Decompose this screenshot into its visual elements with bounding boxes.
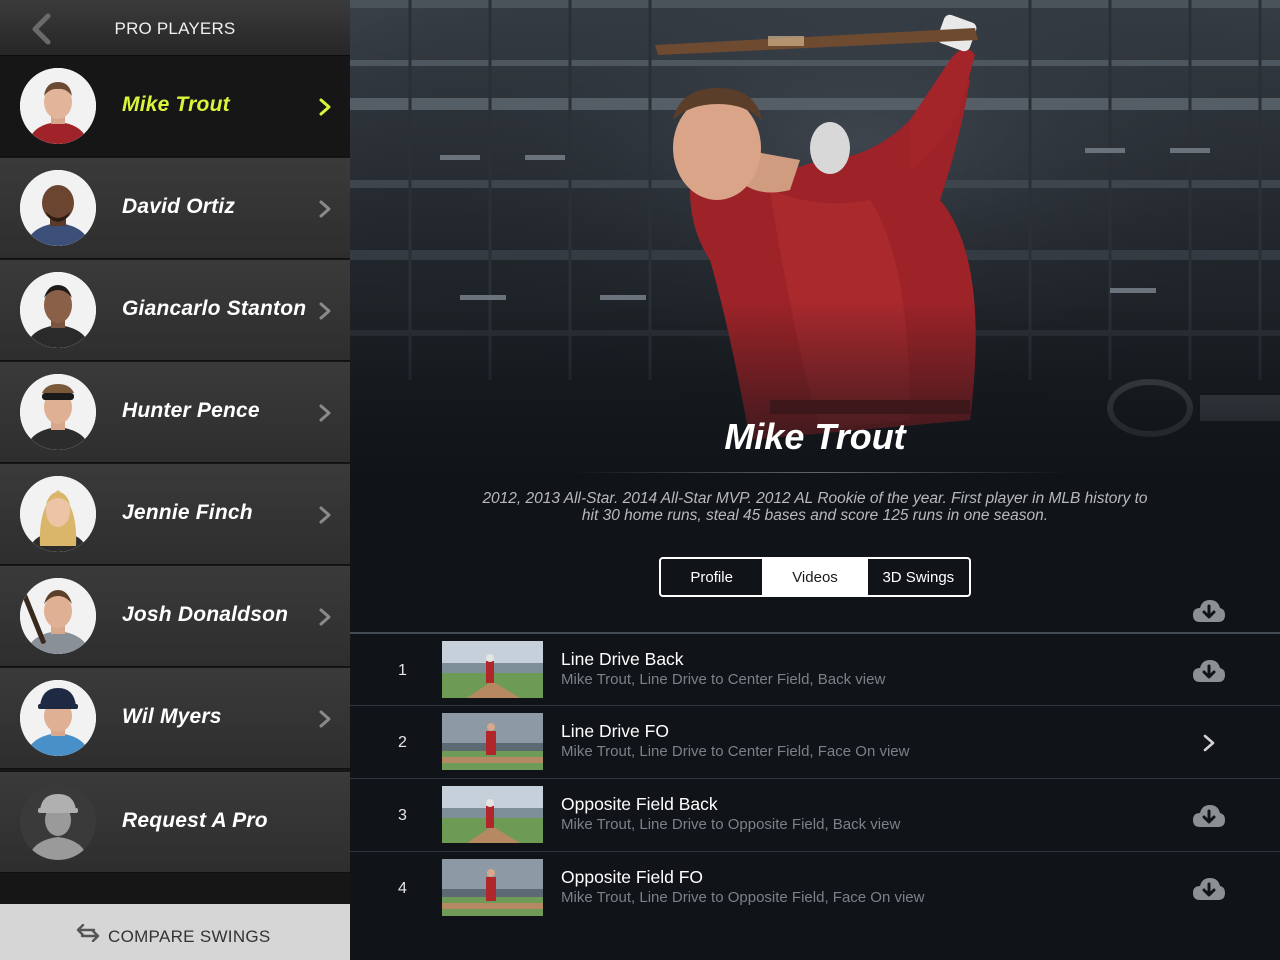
cloud-download-icon[interactable] — [1192, 658, 1226, 684]
request-a-pro-row[interactable]: Request A Pro — [0, 772, 350, 873]
video-subtitle: Mike Trout, Line Drive to Opposite Field… — [561, 889, 925, 906]
player-name: Giancarlo Stanton — [122, 297, 307, 320]
video-thumbnail — [442, 786, 543, 843]
player-row-giancarlo-stanton[interactable]: Giancarlo Stanton — [0, 260, 350, 361]
chevron-right-icon — [319, 98, 331, 116]
video-title: Line Drive FO — [561, 721, 669, 741]
player-avatar — [20, 680, 96, 756]
video-subtitle: Mike Trout, Line Drive to Center Field, … — [561, 671, 886, 688]
player-name: Request A Pro — [122, 809, 268, 832]
player-detail-panel: Mike Trout 2012, 2013 All-Star. 2014 All… — [350, 0, 1280, 960]
player-name: Hunter Pence — [122, 399, 260, 422]
player-avatar — [20, 170, 96, 246]
app-root: PRO PLAYERS Mike Trout David Ortiz Gianc… — [0, 0, 1280, 960]
player-name: David Ortiz — [122, 195, 236, 218]
chevron-right-icon — [319, 608, 331, 626]
swap-arrows-icon — [76, 924, 100, 942]
video-row[interactable]: 3 Opposite Field Back Mike Trout, Line D… — [350, 778, 1280, 851]
player-row-mike-trout[interactable]: Mike Trout — [0, 56, 350, 157]
video-thumbnail — [442, 641, 543, 698]
video-title: Line Drive Back — [561, 649, 684, 669]
chevron-right-icon — [319, 200, 331, 218]
video-title: Opposite Field Back — [561, 794, 718, 814]
player-row-josh-donaldson[interactable]: Josh Donaldson — [0, 566, 350, 667]
segmented-tabs: Profile Videos 3D Swings — [659, 557, 971, 597]
player-row-jennie-finch[interactable]: Jennie Finch — [0, 464, 350, 565]
player-row-wil-myers[interactable]: Wil Myers — [0, 668, 350, 769]
pro-players-sidebar: PRO PLAYERS Mike Trout David Ortiz Gianc… — [0, 0, 350, 960]
cloud-download-icon[interactable] — [1192, 876, 1226, 902]
video-title: Opposite Field FO — [561, 867, 703, 887]
player-avatar — [20, 476, 96, 552]
player-name: Jennie Finch — [122, 501, 253, 524]
video-row[interactable]: 1 Line Drive Back Mike Trout, Line Drive… — [350, 632, 1280, 705]
player-name: Mike Trout — [122, 93, 230, 116]
player-name: Josh Donaldson — [122, 603, 289, 626]
silhouette-avatar-icon — [20, 784, 96, 860]
chevron-right-icon — [319, 404, 331, 422]
player-hero-image — [350, 0, 1280, 470]
cloud-download-icon[interactable] — [1192, 598, 1226, 624]
video-number: 2 — [398, 734, 407, 751]
player-avatar — [20, 374, 96, 450]
chevron-right-icon — [319, 506, 331, 524]
video-row[interactable]: 2 Line Drive FO Mike Trout, Line Drive t… — [350, 705, 1280, 778]
tab-3d-swings[interactable]: 3D Swings — [865, 559, 969, 595]
player-avatar — [20, 68, 96, 144]
player-name-heading: Mike Trout — [724, 416, 906, 457]
player-avatar — [20, 578, 96, 654]
video-number: 4 — [398, 880, 407, 897]
video-number: 3 — [398, 807, 407, 824]
title-divider — [570, 472, 1070, 473]
player-avatar — [20, 272, 96, 348]
video-row[interactable]: 4 Opposite Field FO Mike Trout, Line Dri… — [350, 851, 1280, 924]
video-number: 1 — [398, 662, 407, 679]
player-name: Wil Myers — [122, 705, 222, 728]
chevron-right-icon — [319, 710, 331, 728]
chevron-right-icon[interactable] — [1202, 733, 1216, 753]
tab-videos[interactable]: Videos — [762, 559, 866, 595]
cloud-download-icon[interactable] — [1192, 803, 1226, 829]
sidebar-header: PRO PLAYERS — [0, 0, 350, 56]
player-row-david-ortiz[interactable]: David Ortiz — [0, 158, 350, 259]
compare-swings-button[interactable]: COMPARE SWINGS — [0, 904, 350, 960]
video-list: 1 Line Drive Back Mike Trout, Line Drive… — [350, 632, 1280, 924]
tab-profile[interactable]: Profile — [661, 559, 762, 595]
video-subtitle: Mike Trout, Line Drive to Center Field, … — [561, 743, 910, 760]
player-row-hunter-pence[interactable]: Hunter Pence — [0, 362, 350, 463]
video-thumbnail — [442, 859, 543, 916]
sidebar-title: PRO PLAYERS — [114, 19, 236, 38]
chevron-right-icon — [319, 302, 331, 320]
video-subtitle: Mike Trout, Line Drive to Opposite Field… — [561, 816, 901, 833]
player-bio: 2012, 2013 All-Star. 2014 All-Star MVP. … — [482, 490, 1148, 524]
video-thumbnail — [442, 713, 543, 770]
compare-swings-label: COMPARE SWINGS — [108, 927, 271, 946]
